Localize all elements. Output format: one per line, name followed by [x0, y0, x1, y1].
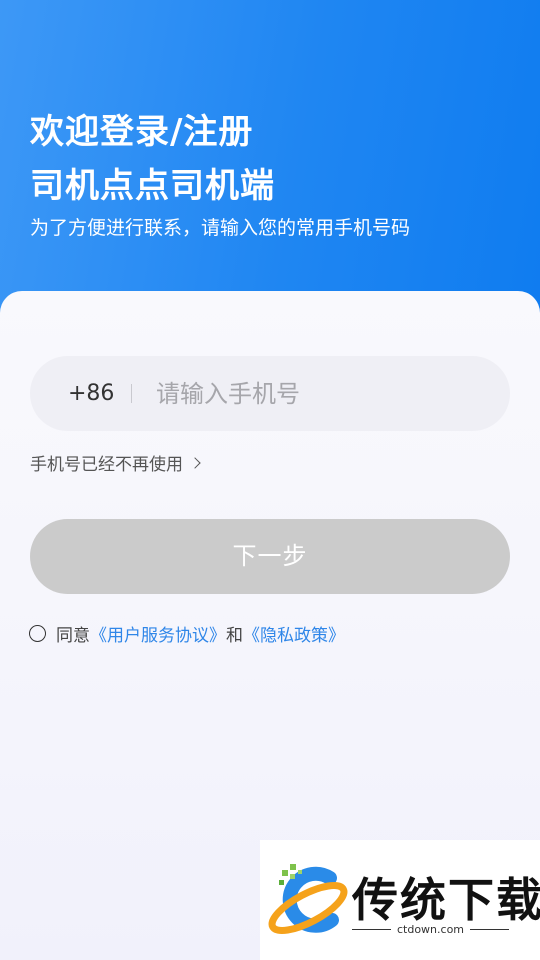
- page-subtitle: 为了方便进行联系，请输入您的常用手机号码: [30, 217, 411, 239]
- watermark-domain-row: ctdown.com: [352, 923, 509, 936]
- chevron-right-icon: [189, 456, 201, 469]
- phone-unused-link[interactable]: 手机号已经不再使用: [30, 450, 201, 475]
- next-button[interactable]: 下一步: [30, 519, 510, 594]
- user-agreement-link[interactable]: 《用户服务协议》: [90, 621, 226, 646]
- privacy-policy-link[interactable]: 《隐私政策》: [243, 621, 345, 646]
- ctdown-logo-icon: [268, 864, 348, 934]
- page-title-line2: 司机点点司机端: [30, 166, 275, 206]
- agreement-row: 同意 《用户服务协议》 和 《隐私政策》: [29, 621, 345, 646]
- page-title-line1: 欢迎登录/注册: [30, 112, 254, 152]
- watermark: 传统下载 ctdown.com: [260, 840, 540, 960]
- field-divider: [131, 384, 132, 403]
- country-code-selector[interactable]: +86: [68, 356, 114, 431]
- agreement-prefix: 同意: [56, 626, 90, 646]
- phone-unused-label: 手机号已经不再使用: [30, 455, 183, 475]
- phone-input[interactable]: [156, 356, 486, 431]
- watermark-rule-right: [470, 929, 509, 930]
- watermark-domain: ctdown.com: [396, 923, 465, 936]
- watermark-text: 传统下载: [352, 873, 540, 927]
- watermark-rule-left: [352, 929, 391, 930]
- agreement-checkbox-icon[interactable]: [29, 625, 46, 642]
- phone-field: +86: [30, 356, 510, 431]
- agreement-and: 和: [226, 626, 243, 646]
